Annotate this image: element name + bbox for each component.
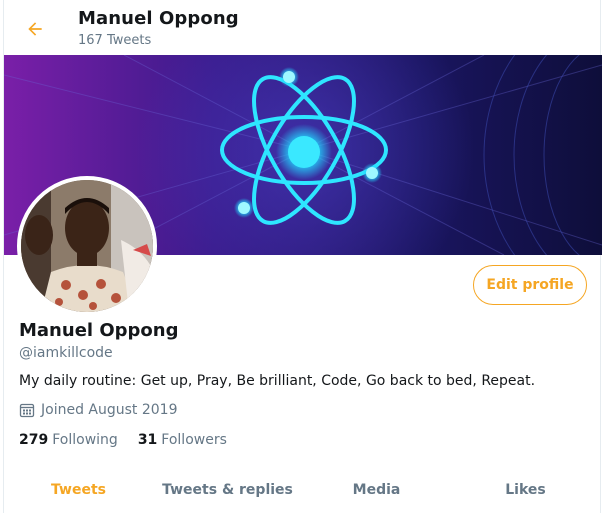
- following-count: 279: [19, 432, 49, 448]
- profile-handle: @iamkillcode: [19, 345, 113, 361]
- edit-profile-button[interactable]: Edit profile: [473, 265, 587, 305]
- profile-stats: 279 Following 31 Followers: [19, 432, 227, 448]
- header-tweet-count: 167 Tweets: [78, 33, 152, 48]
- following-label: Following: [52, 432, 118, 448]
- profile-header: Manuel Oppong 167 Tweets: [4, 0, 600, 55]
- profile-name: Manuel Oppong: [19, 320, 179, 341]
- tab-media[interactable]: Media: [302, 470, 451, 513]
- avatar[interactable]: [17, 176, 157, 316]
- followers-label: Followers: [161, 432, 227, 448]
- followers-count: 31: [137, 432, 158, 448]
- back-arrow-icon: [28, 22, 42, 36]
- joined-date: Joined August 2019: [41, 402, 178, 418]
- followers-link[interactable]: 31 Followers: [138, 432, 227, 448]
- tab-tweets[interactable]: Tweets: [4, 470, 153, 513]
- profile-joined: Joined August 2019: [19, 402, 177, 418]
- tab-likes[interactable]: Likes: [451, 470, 600, 513]
- header-name: Manuel Oppong: [78, 8, 239, 29]
- tab-tweets-and-replies[interactable]: Tweets & replies: [153, 470, 302, 513]
- profile-tabs: Tweets Tweets & replies Media Likes: [4, 470, 600, 513]
- calendar-icon: [19, 403, 35, 418]
- profile-bio: My daily routine: Get up, Pray, Be brill…: [19, 373, 536, 389]
- profile-page: Manuel Oppong 167 Tweets Edit profile Ma…: [3, 0, 602, 513]
- following-link[interactable]: 279 Following: [19, 432, 118, 448]
- back-button[interactable]: [20, 14, 50, 44]
